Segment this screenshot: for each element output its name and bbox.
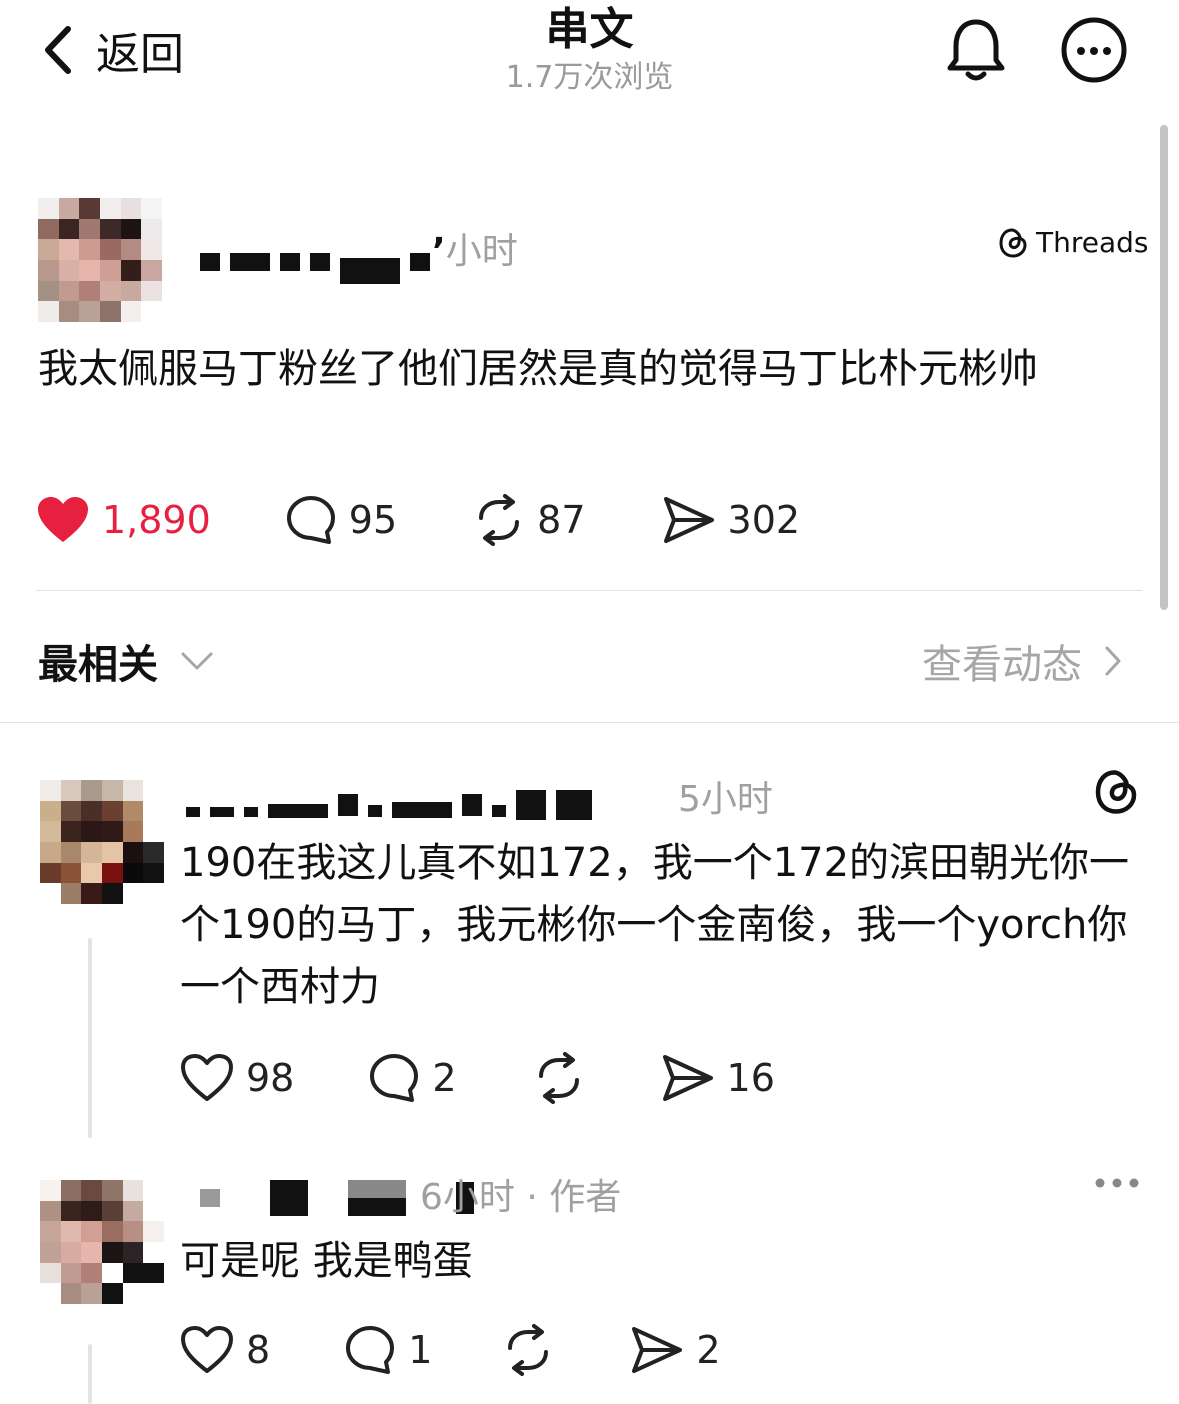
notification-button[interactable] <box>940 14 1012 86</box>
share-count: 2 <box>696 1328 721 1372</box>
reply-actions: 98 2 16 <box>180 1052 775 1104</box>
post-timestamp: ʼ小时 <box>432 231 518 272</box>
reply-body: 可是呢 我是鸭蛋 <box>180 1238 473 1284</box>
reply-timestamp: 6小时 · 作者 <box>420 1177 622 1218</box>
share-button[interactable]: 2 <box>630 1325 721 1375</box>
reply-button[interactable]: 95 <box>285 494 397 546</box>
like-count: 8 <box>246 1328 271 1372</box>
view-activity-label: 查看动态 <box>922 642 1082 688</box>
reply-body: 190在我这儿真不如172，我一个172的滨田朝光你一个190的马丁，我元彬你一… <box>180 840 1130 1010</box>
share-count: 16 <box>726 1056 775 1100</box>
threads-logo-icon <box>1095 770 1137 814</box>
avatar[interactable] <box>40 780 164 904</box>
like-count: 1,890 <box>102 498 211 542</box>
comment-bubble-icon <box>346 1326 395 1374</box>
divider <box>36 590 1142 591</box>
threads-logo-icon <box>999 227 1027 258</box>
repost-icon <box>479 494 520 546</box>
view-activity-link[interactable]: 查看动态 <box>922 632 1122 690</box>
post-body: 我太佩服马丁粉丝了他们居然是真的觉得马丁比朴元彬帅 <box>38 346 1038 392</box>
more-options-button[interactable] <box>1058 14 1130 86</box>
heart-filled-icon <box>38 497 88 542</box>
thread-line <box>88 938 92 1138</box>
scrollbar[interactable] <box>1160 125 1168 610</box>
share-count: 302 <box>727 498 801 542</box>
avatar[interactable] <box>40 1180 164 1304</box>
section-divider <box>0 722 1179 723</box>
like-button[interactable]: 1,890 <box>36 495 211 545</box>
more-options-button[interactable] <box>1094 1176 1140 1190</box>
avatar[interactable] <box>38 198 162 322</box>
author-name-redacted[interactable] <box>200 240 430 284</box>
chevron-down-icon <box>181 652 213 670</box>
reply-count: 2 <box>432 1056 457 1100</box>
threads-badge-label: Threads <box>1036 226 1149 259</box>
thread-line <box>88 1344 92 1404</box>
like-count: 98 <box>246 1056 295 1100</box>
repost-button[interactable] <box>533 1052 597 1104</box>
more-circle-icon <box>1061 17 1127 83</box>
send-icon <box>632 1327 683 1373</box>
comment-bubble-icon <box>286 496 335 544</box>
heart-icon <box>181 1054 233 1101</box>
repost-count: 87 <box>537 498 586 542</box>
more-horizontal-icon <box>1095 1178 1139 1188</box>
heart-icon <box>181 1326 233 1373</box>
repost-button[interactable] <box>502 1324 566 1376</box>
sort-dropdown[interactable]: 最相关 <box>38 632 214 690</box>
reply-button[interactable]: 1 <box>344 1324 432 1376</box>
share-button[interactable]: 16 <box>661 1053 775 1103</box>
share-button[interactable]: 302 <box>662 495 801 545</box>
threads-logo-button[interactable] <box>1090 766 1142 818</box>
reply-timestamp: 5小时 <box>678 779 773 820</box>
bell-icon <box>947 19 1005 81</box>
like-button[interactable]: 8 <box>180 1325 270 1375</box>
reply-count: 1 <box>408 1328 433 1372</box>
post-actions: 1,890 95 87 302 <box>36 494 800 546</box>
like-button[interactable]: 98 <box>180 1053 294 1103</box>
threads-badge[interactable]: Threads <box>998 226 1149 259</box>
reply-count: 95 <box>348 498 398 542</box>
send-icon <box>663 497 714 543</box>
repost-icon <box>508 1324 549 1376</box>
repost-icon <box>538 1052 579 1104</box>
author-name-redacted[interactable] <box>186 790 592 820</box>
reply-button[interactable]: 2 <box>368 1052 457 1104</box>
reply-actions: 8 1 2 <box>180 1324 721 1376</box>
comment-bubble-icon <box>370 1054 419 1102</box>
sort-label: 最相关 <box>38 642 158 688</box>
chevron-right-icon <box>1105 646 1121 676</box>
repost-button[interactable]: 87 <box>473 494 586 546</box>
send-icon <box>662 1055 713 1101</box>
